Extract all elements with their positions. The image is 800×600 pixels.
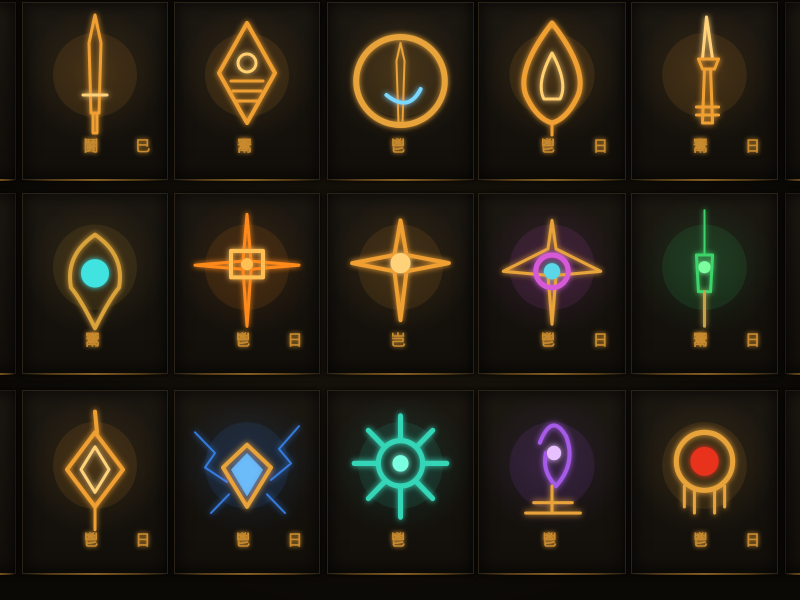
rune-label: 巳: [135, 137, 152, 155]
rune-label: 岂: [390, 331, 407, 349]
rune-label: 鬻: [692, 331, 709, 349]
card-edge-right: [785, 193, 800, 375]
rune-label: 鬯: [83, 531, 100, 549]
card-edge-left: 日: [0, 390, 16, 575]
rune-label: 鬯: [235, 331, 252, 349]
emblem-card[interactable]: 鬯日: [22, 390, 168, 575]
emblem-card[interactable]: 鬯: [327, 2, 474, 181]
rune-label: 鬯: [235, 531, 252, 549]
emblem-card[interactable]: 鬯: [478, 390, 626, 575]
emblem-grid: 日日日鬪巳鬻鬯鬯日鬻日鬻鬯日岂鬯日鬻日鬯日鬯日鬯鬯鬯日: [0, 0, 800, 600]
emblem-card[interactable]: 鬻: [22, 193, 168, 375]
card-edge-right: [785, 390, 800, 575]
rune-label: 鬯: [692, 531, 709, 549]
rune-label: 鬯: [390, 137, 407, 155]
emblem-card[interactable]: 鬯日: [631, 390, 778, 575]
emblem-card[interactable]: 鬯日: [478, 2, 626, 181]
rune-label: 鬻: [692, 137, 709, 155]
emblem-card[interactable]: 鬯日: [174, 193, 320, 375]
rune-label: 鬻: [85, 331, 102, 349]
rune-label: 日: [287, 531, 304, 549]
emblem-card[interactable]: 鬯: [327, 390, 474, 575]
rune-label: 鬯: [390, 531, 407, 549]
rune-label: 日: [592, 331, 609, 349]
emblem-card[interactable]: 鬯日: [174, 390, 320, 575]
emblem-card[interactable]: 鬻: [174, 2, 320, 181]
rune-label: 日: [745, 137, 762, 155]
rune-label: 日: [745, 331, 762, 349]
rune-label: 鬯: [542, 531, 559, 549]
rune-label: 日: [592, 137, 609, 155]
emblem-card[interactable]: 鬪巳: [22, 2, 168, 181]
rune-label: 鬻: [237, 137, 254, 155]
emblem-card[interactable]: 岂: [327, 193, 474, 375]
rune-label: 鬯: [540, 331, 557, 349]
rune-label: 鬯: [540, 137, 557, 155]
card-edge-left: 日: [0, 2, 16, 181]
rune-label: 日: [287, 331, 304, 349]
card-edge-right: [785, 2, 800, 181]
emblem-card[interactable]: 鬻日: [631, 193, 778, 375]
rune-label: 鬪: [83, 137, 100, 155]
rune-label: 日: [745, 531, 762, 549]
card-edge-left: 日: [0, 193, 16, 375]
rune-label: 日: [135, 531, 152, 549]
emblem-card[interactable]: 鬯日: [478, 193, 626, 375]
emblem-card[interactable]: 鬻日: [631, 2, 778, 181]
